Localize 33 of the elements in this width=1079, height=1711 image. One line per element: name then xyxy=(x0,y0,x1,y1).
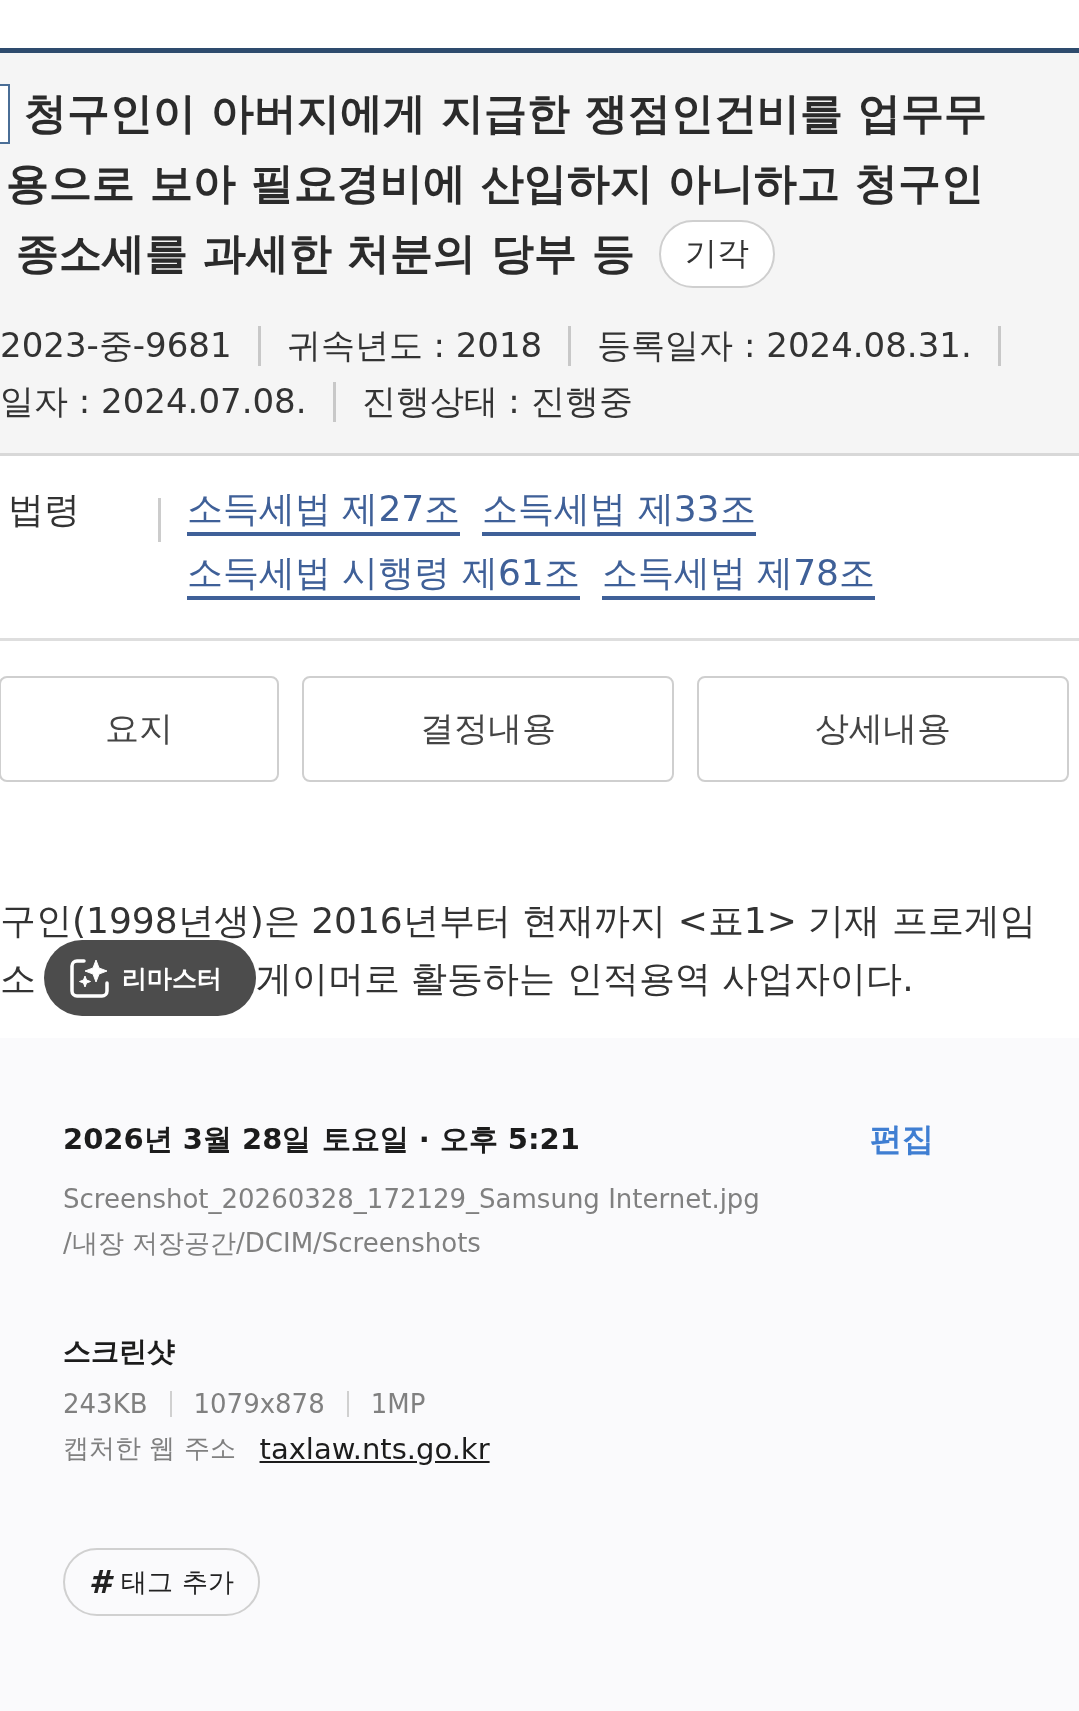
law-link[interactable]: 소득세법 시행령 제61조 xyxy=(187,550,580,600)
paragraph-text: 게이머로 활동하는 인적용역 사업자이다. xyxy=(256,956,914,1001)
source-url-link[interactable]: taxlaw.nts.go.kr xyxy=(259,1431,490,1466)
category-title: 스크린샷 xyxy=(63,1334,176,1370)
meta-text: 일자 : 2024.07.08. xyxy=(0,380,307,423)
file-path: /내장 저장공간/DCIM/Screenshots xyxy=(63,1227,482,1260)
file-spec: 1079x878 xyxy=(193,1389,325,1419)
meta-text: 2023-중-9681 xyxy=(0,324,232,367)
add-tag-button[interactable]: # 태그 추가 xyxy=(63,1548,260,1616)
case-title: 청구인이 아버지에게 지급한 쟁점인건비를 업무무 xyxy=(24,87,987,140)
remaster-button[interactable]: 리마스터 xyxy=(44,940,256,1016)
law-link[interactable]: 소득세법 제27조 xyxy=(187,486,461,536)
law-link[interactable]: 소득세법 제78조 xyxy=(601,550,875,600)
laws-label: 법령 xyxy=(8,488,81,532)
paragraph-text: 소 xyxy=(0,956,36,1001)
capture-date: 2026년 3월 28일 토요일 · 오후 5:21 xyxy=(63,1121,580,1158)
meta-text: 귀속년도 : 2018 xyxy=(286,324,543,367)
section-button[interactable]: 상세내용 xyxy=(697,676,1069,782)
section-button[interactable]: 요지 xyxy=(0,676,279,782)
file-spec: 243KB xyxy=(63,1389,148,1419)
edit-button[interactable]: 편집 xyxy=(870,1118,934,1162)
status-badge: 기각 xyxy=(658,220,775,288)
law-link[interactable]: 소득세법 제33조 xyxy=(482,486,756,536)
case-title: 용으로 보아 필요경비에 산입하지 아니하고 청구인 xyxy=(6,157,984,210)
meta-text: 등록일자 : 2024.08.31. xyxy=(597,324,972,367)
file-spec: 1MP xyxy=(370,1389,426,1419)
url-label: 캡처한 웹 주소 xyxy=(63,1432,236,1465)
file-name: Screenshot_20260328_172129_Samsung Internet.jpg xyxy=(63,1184,761,1214)
sparkle-frame-icon xyxy=(68,956,112,1000)
section-button[interactable]: 결정내용 xyxy=(302,676,674,782)
meta-text: 진행상태 : 진행중 xyxy=(361,380,633,423)
case-title: 종소세를 과세한 처분의 당부 등 xyxy=(16,227,635,280)
paragraph-text: 구인(1998년생)은 2016년부터 현재까지 <표1> 기재 프로게임 xyxy=(0,898,1036,943)
